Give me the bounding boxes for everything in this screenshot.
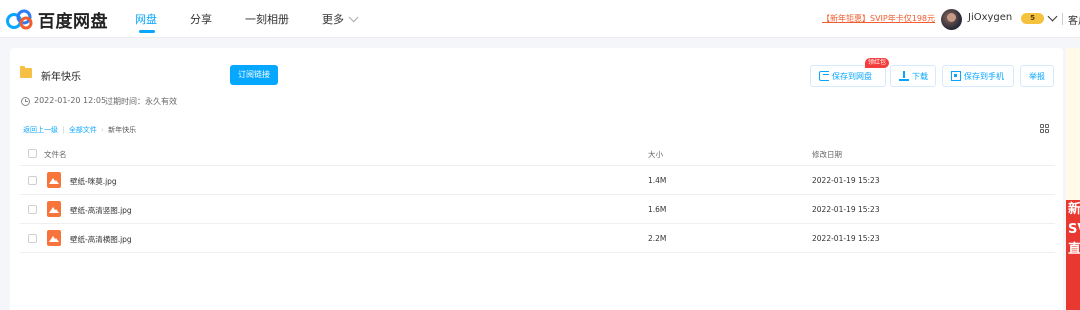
top-header: 百度网盘 网盘 分享 一刻相册 更多 【新年钜惠】SVIP年卡仅198元 JiO… [0,0,1080,38]
vip-level: 5 [1030,14,1035,22]
table-row[interactable]: 壁纸-高清竖图.jpg 1.6M 2022-01-19 15:23 [20,195,1055,224]
qr-code-icon [951,71,961,81]
nav-item-more[interactable]: 更多 [322,11,359,27]
breadcrumb: 返回上一级 | 全部文件 › 新年快乐 [23,125,136,135]
chevron-down-icon [348,12,359,23]
table-row[interactable]: 壁纸-高清横图.jpg 2.2M 2022-01-19 15:23 [20,224,1055,253]
side-promo-banner[interactable]: 新SV直 [1066,200,1080,310]
client-link[interactable]: 客户端 [1068,12,1080,27]
save-phone-label: 保存到手机 [964,71,1004,81]
side-promo-strip [1066,48,1080,200]
grid-view-icon[interactable] [1040,124,1050,134]
file-name[interactable]: 壁纸-高清竖图.jpg [70,205,132,216]
vip-badge: 5 [1021,13,1044,24]
file-date: 2022-01-19 15:23 [812,234,880,243]
file-size: 2.2M [648,234,667,243]
download-label: 下载 [912,71,928,81]
clock-icon [21,97,30,106]
folder-icon [20,66,32,78]
expire-text: 过期时间：永久有效 [105,97,177,106]
file-name[interactable]: 壁纸-咪莫.jpg [70,176,117,187]
file-size: 1.4M [648,176,667,185]
file-name[interactable]: 壁纸-高清横图.jpg [70,234,132,245]
nav-item-share[interactable]: 分享 [190,11,212,27]
save-to-netdisk-button[interactable]: 保存到网盘 [810,65,886,87]
chevron-down-icon[interactable] [1047,11,1058,22]
nav-item-album[interactable]: 一刻相册 [245,11,289,27]
image-file-icon [47,172,61,188]
save-to-phone-button[interactable]: 保存到手机 [942,65,1014,87]
row-checkbox[interactable] [28,205,37,214]
cloud-logo-icon [6,9,33,30]
select-all-checkbox[interactable] [28,149,37,158]
image-file-icon [47,230,61,246]
report-button[interactable]: 举报 [1020,65,1054,87]
save-icon [819,71,829,81]
report-label: 举报 [1029,71,1045,81]
red-packet-badge: 领红包 [865,58,889,68]
username[interactable]: JiOxygen [968,12,1012,23]
logo[interactable]: 百度网盘 [5,7,108,32]
download-icon [899,71,909,81]
table-row[interactable]: 壁纸-咪莫.jpg 1.4M 2022-01-19 15:23 [20,166,1055,195]
save-label: 保存到网盘 [832,71,872,81]
file-size: 1.6M [648,205,667,214]
breadcrumb-separator: | [62,126,65,134]
share-card: 新年快乐 订阅链接 2022-01-20 12:05 过期时间：永久有效 保存到… [10,48,1063,310]
column-size-header[interactable]: 大小 [648,149,663,160]
share-title: 新年快乐 [41,72,81,83]
subscribe-button[interactable]: 订阅链接 [230,65,278,85]
avatar[interactable] [941,9,962,30]
row-checkbox[interactable] [28,234,37,243]
breadcrumb-current: 新年快乐 [108,126,137,134]
file-date: 2022-01-19 15:23 [812,176,880,185]
image-file-icon [47,201,61,217]
breadcrumb-back[interactable]: 返回上一级 [23,126,58,134]
logo-text: 百度网盘 [38,11,108,32]
nav-more-label: 更多 [322,13,344,26]
breadcrumb-separator: › [101,126,104,134]
promo-link[interactable]: 【新年钜惠】SVIP年卡仅198元 [822,13,935,24]
download-button[interactable]: 下载 [890,65,936,87]
column-name-header[interactable]: 文件名 [44,149,67,160]
table-header: 文件名 大小 修改日期 [20,144,1055,166]
column-date-header[interactable]: 修改日期 [812,149,842,160]
header-divider [1062,13,1063,25]
share-date: 2022-01-20 12:05 [34,96,107,105]
nav-item-netdisk[interactable]: 网盘 [135,11,157,27]
file-date: 2022-01-19 15:23 [812,205,880,214]
nav-active-indicator [139,30,155,33]
row-checkbox[interactable] [28,176,37,185]
breadcrumb-all-files[interactable]: 全部文件 [69,126,97,134]
